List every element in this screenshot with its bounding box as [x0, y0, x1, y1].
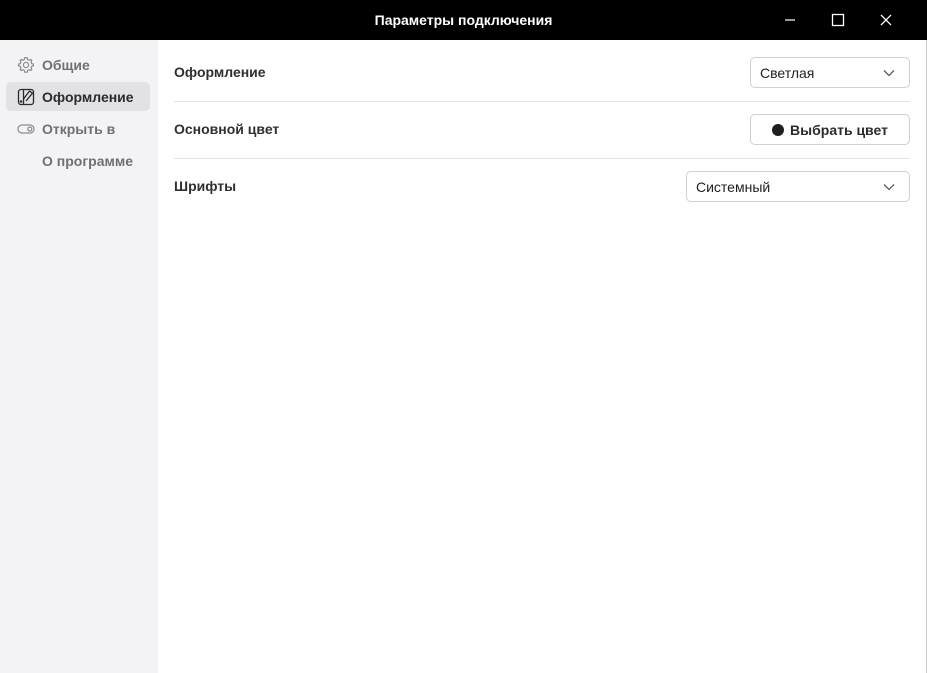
font-select-value: Системный — [696, 178, 771, 195]
setting-label: Шрифты — [174, 178, 237, 194]
sidebar-item-label: Оформление — [42, 88, 134, 105]
choose-color-label: Выбрать цвет — [790, 121, 888, 138]
choose-color-button[interactable]: Выбрать цвет — [750, 114, 910, 145]
setting-label: Оформление — [174, 64, 266, 80]
palette-icon — [16, 87, 36, 107]
setting-row-accent-color: Основной цвет Выбрать цвет — [174, 101, 910, 158]
settings-window: Параметры подключения Общие Оформление О… — [0, 0, 927, 673]
sidebar-item-appearance[interactable]: Оформление — [6, 82, 150, 111]
toggle-icon — [16, 119, 36, 139]
sidebar-item-label: О программе — [42, 152, 134, 169]
minimize-button[interactable] — [767, 0, 813, 40]
theme-select[interactable]: Светлая — [750, 57, 910, 88]
close-button[interactable] — [863, 0, 909, 40]
maximize-icon — [831, 13, 845, 27]
gear-icon — [16, 55, 36, 75]
maximize-button[interactable] — [815, 0, 861, 40]
sidebar-item-about[interactable]: О программе — [6, 146, 150, 175]
sidebar-item-general[interactable]: Общие — [6, 50, 150, 79]
setting-row-fonts: Шрифты Системный — [174, 158, 910, 215]
font-select[interactable]: Системный — [686, 171, 910, 202]
settings-panel: Оформление Светлая Основной цвет Выбрать… — [158, 40, 926, 673]
theme-select-value: Светлая — [760, 64, 815, 81]
close-icon — [880, 14, 892, 26]
setting-label: Основной цвет — [174, 121, 280, 137]
sidebar-item-open-in[interactable]: Открыть в — [6, 114, 150, 143]
chevron-down-icon — [881, 65, 897, 81]
sidebar-item-label: Общие — [42, 56, 90, 73]
sidebar: Общие Оформление Открыть в О программе — [0, 40, 158, 673]
minimize-icon — [784, 14, 796, 26]
setting-row-appearance: Оформление Светлая — [174, 44, 910, 101]
chevron-down-icon — [881, 179, 897, 195]
color-swatch — [772, 123, 785, 136]
sidebar-item-label: Открыть в — [42, 120, 116, 137]
title-bar[interactable]: Параметры подключения — [0, 0, 927, 40]
